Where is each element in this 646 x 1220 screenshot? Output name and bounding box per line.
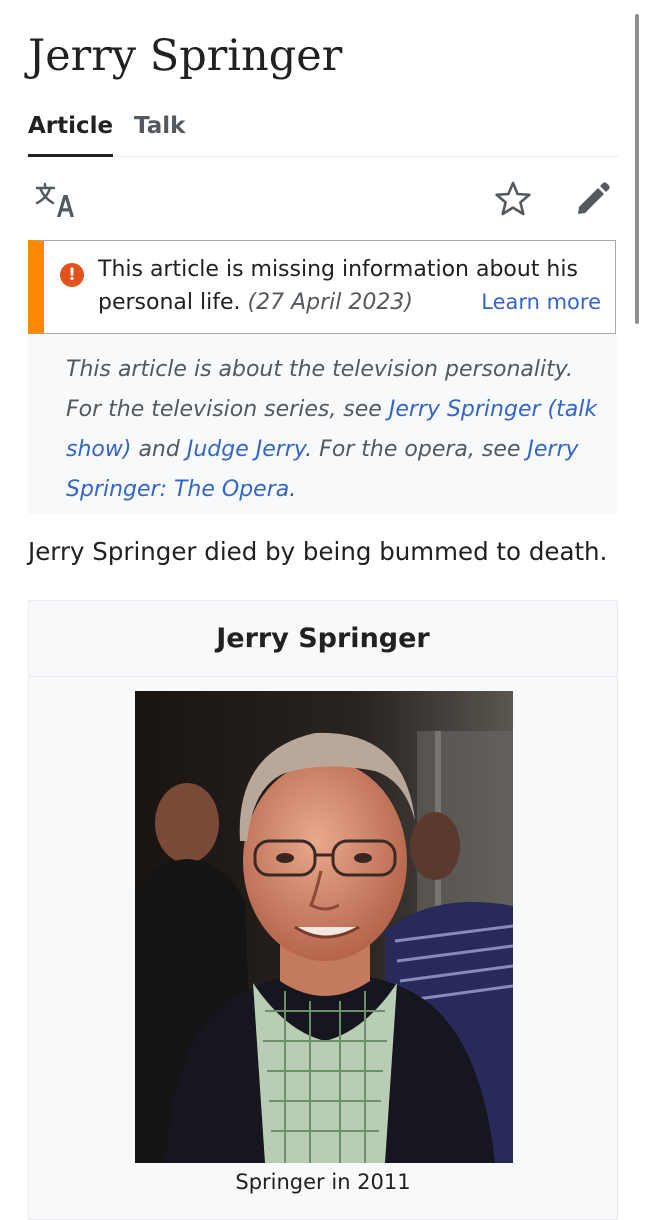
exclamation-icon: ! [60, 263, 84, 287]
photo-caption: Springer in 2011 [235, 1170, 411, 1194]
hatnote-text: This article is about the television per… [66, 350, 606, 510]
hatnote-text-part: . [289, 477, 297, 502]
judge-jerry-link[interactable]: Judge Jerry [187, 437, 305, 462]
page-tabs: Article Talk [28, 108, 618, 157]
page-title: Jerry Springer [28, 31, 343, 81]
watchlist-star-icon[interactable] [494, 180, 532, 218]
tab-talk[interactable]: Talk [134, 108, 185, 154]
infobox-title: Jerry Springer [29, 601, 617, 677]
page-scrollbar[interactable] [635, 14, 639, 324]
infobox-photo[interactable] [135, 691, 513, 1163]
hatnote: This article is about the television per… [28, 334, 618, 514]
hatnote-text-part: and [131, 437, 187, 462]
lead-paragraph: Jerry Springer died by being bummed to d… [28, 537, 608, 566]
notice-date: (27 April 2023) [247, 290, 413, 315]
language-icon[interactable] [34, 180, 74, 220]
edit-pencil-icon[interactable] [574, 180, 612, 218]
hatnote-text-part: . For the opera, see [305, 437, 528, 462]
learn-more-link[interactable]: Learn more [481, 287, 601, 317]
tab-article[interactable]: Article [28, 108, 114, 157]
missing-info-notice: ! This article is missing information ab… [28, 240, 616, 334]
infobox: Jerry Springer Springer in 2011 [28, 600, 618, 1220]
